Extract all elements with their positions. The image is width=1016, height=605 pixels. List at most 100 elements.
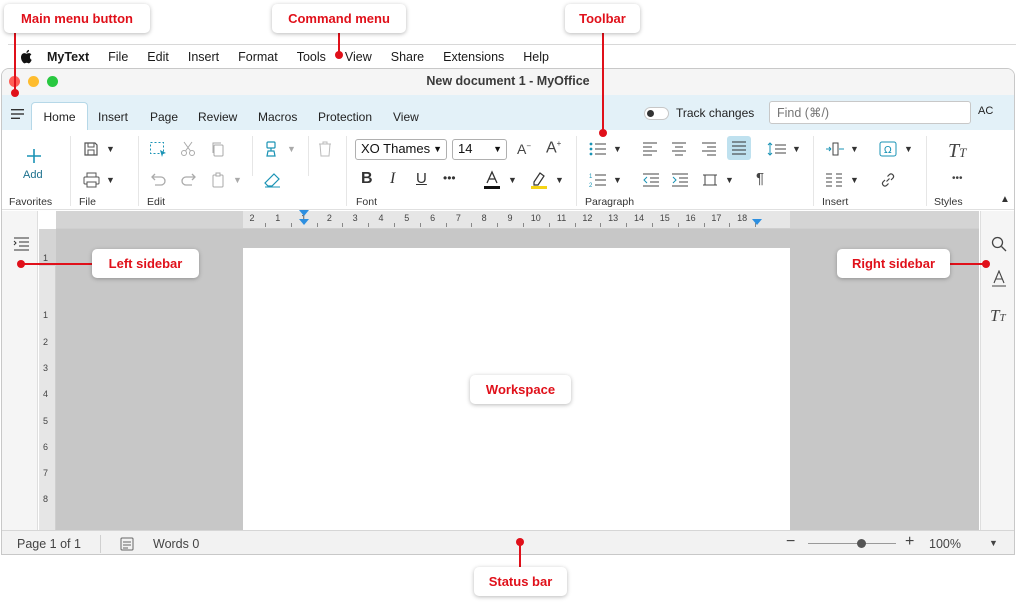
delete-icon[interactable] [318,141,332,157]
chevron-down-icon: ▼ [493,144,502,154]
columns-icon[interactable] [825,173,843,187]
chevron-down-icon[interactable]: ▼ [613,175,622,185]
chevron-down-icon[interactable]: ▼ [792,144,801,154]
paragraph-spacing-icon[interactable] [702,172,718,188]
redo-icon[interactable] [180,172,198,188]
chevron-down-icon[interactable]: ▼ [725,175,734,185]
chevron-down-icon[interactable]: ▼ [613,144,622,154]
callout-right-sidebar: Right sidebar [837,249,950,278]
save-icon[interactable] [83,141,99,157]
first-line-indent-marker[interactable] [299,210,309,216]
chevron-down-icon[interactable]: ▼ [106,175,115,185]
link-icon[interactable] [880,172,896,188]
eraser-icon[interactable] [264,172,281,188]
tab-view[interactable]: View [393,110,419,124]
chevron-down-icon[interactable]: ▼ [989,538,998,548]
collapse-toolbar-icon[interactable]: ▲ [1000,194,1010,205]
decrease-indent-icon[interactable] [642,173,660,187]
styles-panel-icon[interactable]: TT [990,306,1006,326]
chevron-down-icon[interactable]: ▼ [233,175,242,185]
menu-format[interactable]: Format [238,50,278,64]
ruler-tick-label: 8 [43,494,49,505]
menu-tools[interactable]: Tools [297,50,326,64]
menu-share[interactable]: Share [391,50,424,64]
word-count-icon[interactable] [120,537,134,551]
font-size-select[interactable]: 14 ▼ [452,139,507,160]
undo-icon[interactable] [149,172,167,188]
chevron-down-icon[interactable]: ▼ [287,144,296,154]
print-icon[interactable] [83,172,100,188]
format-painter-icon[interactable] [264,141,280,157]
tab-insert[interactable]: Insert [98,110,128,124]
chevron-down-icon[interactable]: ▼ [850,144,859,154]
italic-icon[interactable]: I [390,170,395,188]
find-input[interactable] [769,101,971,124]
chevron-down-icon[interactable]: ▼ [106,144,115,154]
font-name-select[interactable]: XO Thames ▼ [355,139,447,160]
numbered-list-icon[interactable]: 12 [589,172,607,188]
align-center-icon[interactable] [671,142,687,156]
paste-icon[interactable] [210,172,226,188]
chevron-down-icon[interactable]: ▼ [850,175,859,185]
annotation-line [519,542,521,570]
pilcrow-icon[interactable]: ¶ [756,170,764,187]
font-color-icon[interactable] [483,170,501,190]
highlight-color-icon[interactable] [530,170,548,190]
bold-icon[interactable]: B [361,170,373,188]
tab-home[interactable]: Home [31,102,88,131]
ruler-tick-label: 5 [43,415,49,426]
search-icon[interactable] [991,236,1007,252]
menu-insert[interactable]: Insert [188,50,219,64]
zoom-slider-track[interactable] [808,543,896,544]
zoom-slider-handle[interactable] [856,539,866,548]
main-menu-button[interactable] [11,109,24,119]
underline-icon[interactable]: U [416,170,427,187]
tab-macros[interactable]: Macros [258,110,297,124]
zoom-in-button[interactable]: + [905,533,914,551]
menu-help[interactable]: Help [523,50,549,64]
more-font-options-icon[interactable]: ••• [443,171,456,185]
user-avatar[interactable]: AC [978,105,993,117]
menu-extensions[interactable]: Extensions [443,50,504,64]
ruler-tick-label: 8 [481,213,487,223]
increase-font-size-icon[interactable]: A+ [546,139,561,157]
annotation-line [948,263,986,265]
outline-icon[interactable] [13,237,30,251]
add-icon[interactable] [26,148,42,164]
increase-indent-icon[interactable] [671,173,689,187]
copy-icon[interactable] [210,141,226,157]
left-indent-marker[interactable] [299,219,309,225]
menu-edit[interactable]: Edit [147,50,169,64]
apple-icon[interactable] [19,49,33,64]
app-name-menu[interactable]: MyText [47,50,89,64]
tab-protection[interactable]: Protection [318,110,372,124]
right-indent-marker[interactable] [752,219,762,225]
align-right-icon[interactable] [701,142,717,156]
zoom-out-button[interactable]: − [786,533,795,551]
chevron-down-icon[interactable]: ▼ [904,144,913,154]
align-justify-button[interactable] [727,136,751,160]
menu-view[interactable]: View [345,50,372,64]
chevron-down-icon[interactable]: ▼ [555,175,564,185]
page-break-icon[interactable] [825,142,845,156]
add-button-label[interactable]: Add [23,169,43,181]
word-count: Words 0 [153,537,200,551]
more-styles-icon[interactable]: ••• [952,173,963,184]
bullet-list-icon[interactable] [589,141,607,157]
cut-icon[interactable] [180,141,196,157]
tab-review[interactable]: Review [198,110,237,124]
decrease-font-size-icon[interactable]: A− [517,141,531,157]
styles-icon[interactable]: TT [948,140,966,163]
select-area-icon[interactable] [149,141,167,157]
special-character-icon[interactable]: Ω [879,141,897,157]
line-spacing-icon[interactable] [767,142,787,156]
right-sidebar: TT [980,211,1014,531]
menu-file[interactable]: File [108,50,128,64]
chevron-down-icon[interactable]: ▼ [508,175,517,185]
track-changes-toggle[interactable] [644,107,669,120]
tab-page[interactable]: Page [150,110,178,124]
ruler-tick-mark [600,223,602,227]
align-left-icon[interactable] [642,142,658,156]
text-format-icon[interactable] [991,270,1007,288]
ruler-tick-mark [290,223,292,227]
